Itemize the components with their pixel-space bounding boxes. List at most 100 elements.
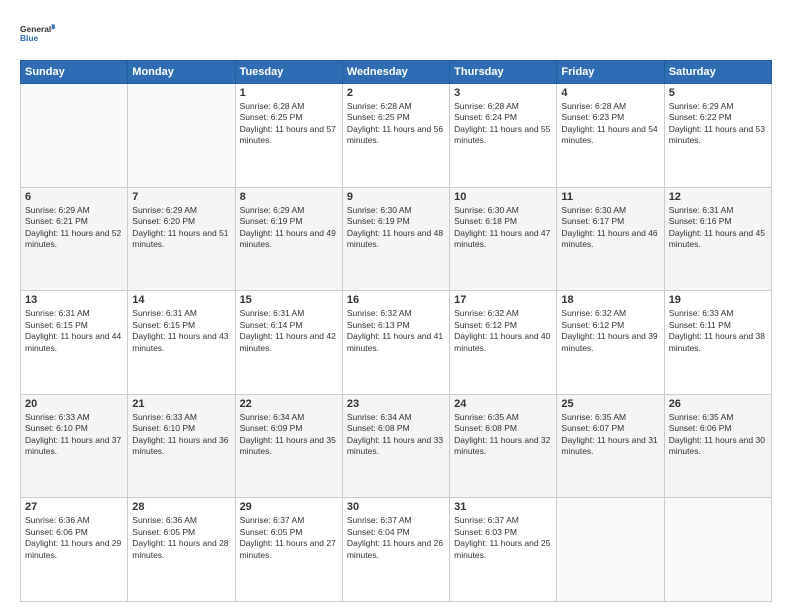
cell-content: Sunrise: 6:33 AMSunset: 6:10 PMDaylight:… bbox=[25, 412, 123, 458]
cell-content: Sunrise: 6:29 AMSunset: 6:20 PMDaylight:… bbox=[132, 205, 230, 251]
header-saturday: Saturday bbox=[664, 61, 771, 84]
cell-content: Sunrise: 6:28 AMSunset: 6:23 PMDaylight:… bbox=[561, 101, 659, 147]
cell-content: Sunrise: 6:37 AMSunset: 6:05 PMDaylight:… bbox=[240, 515, 338, 561]
day-number: 13 bbox=[25, 294, 123, 306]
table-cell: 20 Sunrise: 6:33 AMSunset: 6:10 PMDayligh… bbox=[21, 394, 128, 498]
day-number: 15 bbox=[240, 294, 338, 306]
table-cell: 19 Sunrise: 6:33 AMSunset: 6:11 PMDayligh… bbox=[664, 291, 771, 395]
day-number: 11 bbox=[561, 191, 659, 203]
cell-content: Sunrise: 6:32 AMSunset: 6:12 PMDaylight:… bbox=[561, 308, 659, 354]
table-cell: 30Sunrise: 6:37 AMSunset: 6:04 PMDayligh… bbox=[342, 498, 449, 602]
table-cell bbox=[128, 84, 235, 188]
day-number: 7 bbox=[132, 191, 230, 203]
table-cell: 15 Sunrise: 6:31 AMSunset: 6:14 PMDayligh… bbox=[235, 291, 342, 395]
day-number: 6 bbox=[25, 191, 123, 203]
day-number: 25 bbox=[561, 398, 659, 410]
table-cell: 13Sunrise: 6:31 AMSunset: 6:15 PMDayligh… bbox=[21, 291, 128, 395]
table-cell: 7 Sunrise: 6:29 AMSunset: 6:20 PMDaylight… bbox=[128, 187, 235, 291]
table-cell: 12Sunrise: 6:31 AMSunset: 6:16 PMDayligh… bbox=[664, 187, 771, 291]
cell-content: Sunrise: 6:29 AMSunset: 6:19 PMDaylight:… bbox=[240, 205, 338, 251]
day-number: 2 bbox=[347, 87, 445, 99]
header-wednesday: Wednesday bbox=[342, 61, 449, 84]
table-cell: 4 Sunrise: 6:28 AMSunset: 6:23 PMDaylight… bbox=[557, 84, 664, 188]
cell-content: Sunrise: 6:28 AMSunset: 6:24 PMDaylight:… bbox=[454, 101, 552, 147]
table-cell: 27Sunrise: 6:36 AMSunset: 6:06 PMDayligh… bbox=[21, 498, 128, 602]
table-cell bbox=[557, 498, 664, 602]
cell-content: Sunrise: 6:29 AMSunset: 6:21 PMDaylight:… bbox=[25, 205, 123, 251]
day-number: 18 bbox=[561, 294, 659, 306]
cell-content: Sunrise: 6:36 AMSunset: 6:06 PMDaylight:… bbox=[25, 515, 123, 561]
week-row-4: 20 Sunrise: 6:33 AMSunset: 6:10 PMDayligh… bbox=[21, 394, 772, 498]
week-row-5: 27Sunrise: 6:36 AMSunset: 6:06 PMDayligh… bbox=[21, 498, 772, 602]
day-number: 26 bbox=[669, 398, 767, 410]
header: General Blue bbox=[20, 16, 772, 52]
cell-content: Sunrise: 6:34 AMSunset: 6:08 PMDaylight:… bbox=[347, 412, 445, 458]
logo-svg: General Blue bbox=[20, 16, 56, 52]
page: General Blue SundayMondayTuesdayWednesda… bbox=[0, 0, 792, 612]
day-number: 8 bbox=[240, 191, 338, 203]
day-number: 17 bbox=[454, 294, 552, 306]
table-cell: 2 Sunrise: 6:28 AMSunset: 6:25 PMDaylight… bbox=[342, 84, 449, 188]
logo: General Blue bbox=[20, 16, 56, 52]
day-number: 9 bbox=[347, 191, 445, 203]
day-number: 20 bbox=[25, 398, 123, 410]
day-number: 4 bbox=[561, 87, 659, 99]
table-cell: 1 Sunrise: 6:28 AMSunset: 6:25 PMDaylight… bbox=[235, 84, 342, 188]
day-number: 21 bbox=[132, 398, 230, 410]
weekday-header-row: SundayMondayTuesdayWednesdayThursdayFrid… bbox=[21, 61, 772, 84]
day-number: 12 bbox=[669, 191, 767, 203]
table-cell: 6 Sunrise: 6:29 AMSunset: 6:21 PMDaylight… bbox=[21, 187, 128, 291]
cell-content: Sunrise: 6:33 AMSunset: 6:11 PMDaylight:… bbox=[669, 308, 767, 354]
cell-content: Sunrise: 6:28 AMSunset: 6:25 PMDaylight:… bbox=[240, 101, 338, 147]
week-row-2: 6 Sunrise: 6:29 AMSunset: 6:21 PMDaylight… bbox=[21, 187, 772, 291]
day-number: 1 bbox=[240, 87, 338, 99]
calendar-table: SundayMondayTuesdayWednesdayThursdayFrid… bbox=[20, 60, 772, 602]
table-cell: 21 Sunrise: 6:33 AMSunset: 6:10 PMDayligh… bbox=[128, 394, 235, 498]
table-cell: 9 Sunrise: 6:30 AMSunset: 6:19 PMDaylight… bbox=[342, 187, 449, 291]
cell-content: Sunrise: 6:36 AMSunset: 6:05 PMDaylight:… bbox=[132, 515, 230, 561]
day-number: 31 bbox=[454, 501, 552, 513]
week-row-1: 1 Sunrise: 6:28 AMSunset: 6:25 PMDaylight… bbox=[21, 84, 772, 188]
day-number: 24 bbox=[454, 398, 552, 410]
cell-content: Sunrise: 6:34 AMSunset: 6:09 PMDaylight:… bbox=[240, 412, 338, 458]
table-cell: 11 Sunrise: 6:30 AMSunset: 6:17 PMDayligh… bbox=[557, 187, 664, 291]
table-cell: 18 Sunrise: 6:32 AMSunset: 6:12 PMDayligh… bbox=[557, 291, 664, 395]
table-cell: 5Sunrise: 6:29 AMSunset: 6:22 PMDaylight… bbox=[664, 84, 771, 188]
header-tuesday: Tuesday bbox=[235, 61, 342, 84]
cell-content: Sunrise: 6:35 AMSunset: 6:07 PMDaylight:… bbox=[561, 412, 659, 458]
day-number: 19 bbox=[669, 294, 767, 306]
cell-content: Sunrise: 6:31 AMSunset: 6:14 PMDaylight:… bbox=[240, 308, 338, 354]
table-cell: 31 Sunrise: 6:37 AMSunset: 6:03 PMDayligh… bbox=[450, 498, 557, 602]
header-thursday: Thursday bbox=[450, 61, 557, 84]
cell-content: Sunrise: 6:32 AMSunset: 6:13 PMDaylight:… bbox=[347, 308, 445, 354]
table-cell: 29 Sunrise: 6:37 AMSunset: 6:05 PMDayligh… bbox=[235, 498, 342, 602]
cell-content: Sunrise: 6:30 AMSunset: 6:19 PMDaylight:… bbox=[347, 205, 445, 251]
cell-content: Sunrise: 6:37 AMSunset: 6:03 PMDaylight:… bbox=[454, 515, 552, 561]
table-cell: 14 Sunrise: 6:31 AMSunset: 6:15 PMDayligh… bbox=[128, 291, 235, 395]
cell-content: Sunrise: 6:32 AMSunset: 6:12 PMDaylight:… bbox=[454, 308, 552, 354]
header-friday: Friday bbox=[557, 61, 664, 84]
day-number: 14 bbox=[132, 294, 230, 306]
day-number: 10 bbox=[454, 191, 552, 203]
day-number: 3 bbox=[454, 87, 552, 99]
cell-content: Sunrise: 6:28 AMSunset: 6:25 PMDaylight:… bbox=[347, 101, 445, 147]
cell-content: Sunrise: 6:31 AMSunset: 6:15 PMDaylight:… bbox=[132, 308, 230, 354]
day-number: 5 bbox=[669, 87, 767, 99]
table-cell: 26Sunrise: 6:35 AMSunset: 6:06 PMDayligh… bbox=[664, 394, 771, 498]
cell-content: Sunrise: 6:37 AMSunset: 6:04 PMDaylight:… bbox=[347, 515, 445, 561]
day-number: 29 bbox=[240, 501, 338, 513]
cell-content: Sunrise: 6:30 AMSunset: 6:18 PMDaylight:… bbox=[454, 205, 552, 251]
day-number: 23 bbox=[347, 398, 445, 410]
week-row-3: 13 Sunrise: 6:31 AMSunset: 6:15 PMDayligh… bbox=[21, 291, 772, 395]
table-cell: 23 Sunrise: 6:34 AMSunset: 6:08 PMDayligh… bbox=[342, 394, 449, 498]
table-cell: 10 Sunrise: 6:30 AMSunset: 6:18 PMDayligh… bbox=[450, 187, 557, 291]
cell-content: Sunrise: 6:35 AMSunset: 6:08 PMDaylight:… bbox=[454, 412, 552, 458]
header-sunday: Sunday bbox=[21, 61, 128, 84]
cell-content: Sunrise: 6:33 AMSunset: 6:10 PMDaylight:… bbox=[132, 412, 230, 458]
table-cell: 28 Sunrise: 6:36 AMSunset: 6:05 PMDayligh… bbox=[128, 498, 235, 602]
table-cell: 17 Sunrise: 6:32 AMSunset: 6:12 PMDayligh… bbox=[450, 291, 557, 395]
day-number: 16 bbox=[347, 294, 445, 306]
table-cell: 22Sunrise: 6:34 AMSunset: 6:09 PMDayligh… bbox=[235, 394, 342, 498]
cell-content: Sunrise: 6:30 AMSunset: 6:17 PMDaylight:… bbox=[561, 205, 659, 251]
day-number: 28 bbox=[132, 501, 230, 513]
